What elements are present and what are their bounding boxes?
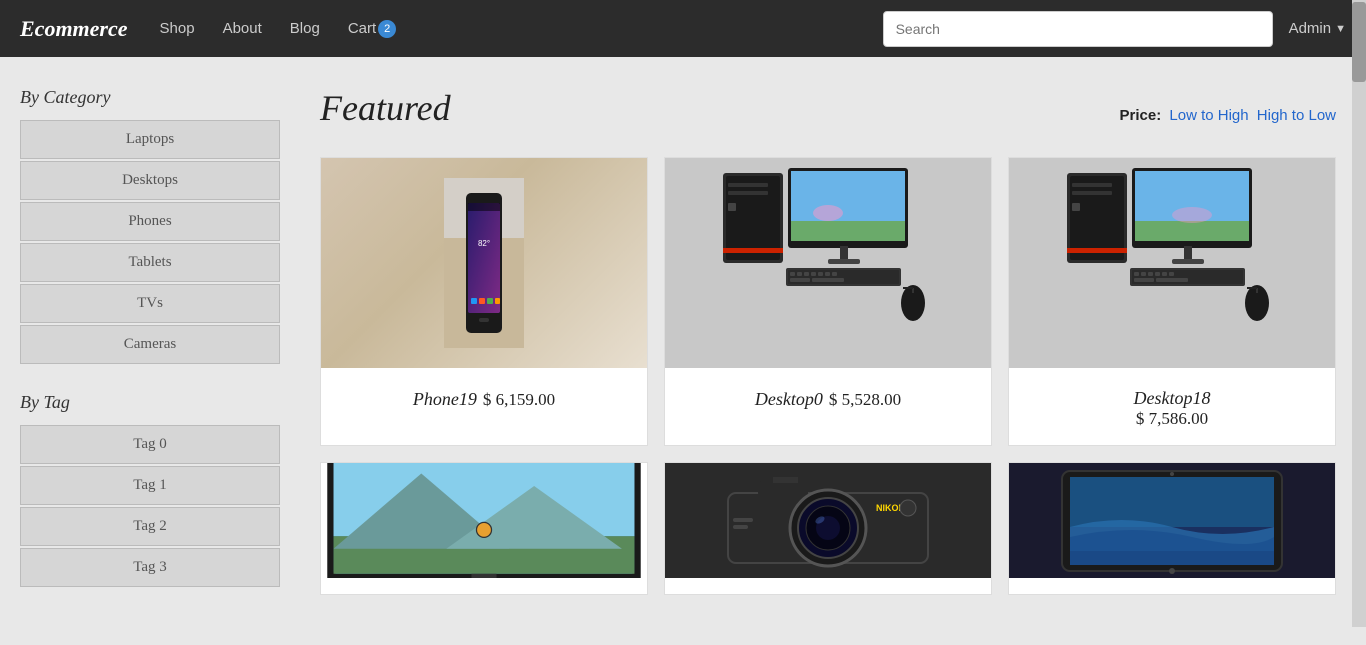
phone-image: 82°: [321, 158, 647, 368]
nav-links: Shop About Blog Cart 2: [148, 12, 409, 46]
category-list: Laptops Desktops Phones Tablets TVs Came…: [20, 120, 280, 364]
tag-list: Tag 0 Tag 1 Tag 2 Tag 3: [20, 425, 280, 587]
nav-about[interactable]: About: [211, 12, 274, 45]
product-info-desktop18: Desktop18 $ 7,586.00: [1124, 380, 1221, 429]
product-image-desktop18: [1009, 158, 1335, 368]
category-section-title: By Category: [20, 87, 280, 108]
product-info-desktop0: Desktop0 $ 5,528.00: [745, 380, 911, 410]
sidebar-item-desktops[interactable]: Desktops: [20, 161, 280, 200]
phone-svg: 82°: [444, 178, 524, 348]
product-image-camera: NIKON: [665, 463, 991, 578]
product-card-desktop0[interactable]: Desktop0 $ 5,528.00: [664, 157, 992, 446]
sidebar-item-tablets[interactable]: Tablets: [20, 243, 280, 282]
nav-cart[interactable]: Cart 2: [336, 12, 408, 46]
product-name: Desktop0: [755, 389, 823, 410]
svg-text:82°: 82°: [478, 239, 490, 248]
price-label: Price:: [1120, 107, 1162, 124]
page-container: By Category Laptops Desktops Phones Tabl…: [0, 57, 1366, 645]
sidebar-item-phones[interactable]: Phones: [20, 202, 280, 241]
product-card-desktop18[interactable]: Desktop18 $ 7,586.00: [1008, 157, 1336, 446]
sort-high-to-low[interactable]: High to Low: [1257, 107, 1336, 124]
sidebar-item-tag1[interactable]: Tag 1: [20, 466, 280, 505]
product-info-phone19: Phone19 $ 6,159.00: [403, 380, 565, 410]
product-name: Desktop18: [1134, 388, 1211, 408]
product-card-tv[interactable]: [320, 462, 648, 595]
search-container: [883, 11, 1273, 47]
tablet-svg: [1009, 463, 1335, 578]
desktop18-image: [1009, 158, 1335, 368]
sidebar-item-tvs[interactable]: TVs: [20, 284, 280, 323]
product-card-camera[interactable]: NIKON: [664, 462, 992, 595]
sidebar-item-tag2[interactable]: Tag 2: [20, 507, 280, 546]
product-image-tablet: [1009, 463, 1335, 578]
admin-menu[interactable]: Admin ▼: [1289, 20, 1346, 37]
sidebar-item-tag0[interactable]: Tag 0: [20, 425, 280, 464]
sidebar: By Category Laptops Desktops Phones Tabl…: [0, 57, 300, 645]
product-grid: 82° Phone19 $ 6,159.0: [320, 157, 1336, 595]
sidebar-item-cameras[interactable]: Cameras: [20, 325, 280, 364]
product-price: $ 5,528.00: [829, 390, 901, 410]
main-content: Featured Price: Low to High High to Low: [300, 57, 1366, 645]
featured-title: Featured: [320, 87, 451, 129]
featured-header: Featured Price: Low to High High to Low: [320, 87, 1336, 129]
nav-blog[interactable]: Blog: [278, 12, 332, 45]
scrollbar[interactable]: [1352, 0, 1366, 627]
product-image-desktop0: [665, 158, 991, 368]
navbar: Ecommerce Shop About Blog Cart 2 Admin ▼: [0, 0, 1366, 57]
nav-shop[interactable]: Shop: [148, 12, 207, 45]
price-sort: Price: Low to High High to Low: [1120, 107, 1336, 124]
camera-svg: NIKON: [665, 463, 991, 578]
product-price: $ 7,586.00: [1136, 409, 1208, 428]
desktop0-image: [665, 158, 991, 368]
sidebar-item-laptops[interactable]: Laptops: [20, 120, 280, 159]
product-name: Phone19: [413, 389, 477, 410]
product-card-tablet[interactable]: [1008, 462, 1336, 595]
product-image-tv: [321, 463, 647, 578]
product-image-phone19: 82°: [321, 158, 647, 368]
admin-label: Admin: [1289, 20, 1332, 37]
desktop-svg-18: [1062, 163, 1282, 363]
desktop-svg-0: [718, 163, 938, 363]
sort-low-to-high[interactable]: Low to High: [1169, 107, 1248, 124]
tag-section-title: By Tag: [20, 392, 280, 413]
search-input[interactable]: [883, 11, 1273, 47]
product-price: $ 6,159.00: [483, 390, 555, 410]
sidebar-item-tag3[interactable]: Tag 3: [20, 548, 280, 587]
tv-svg: [321, 463, 647, 578]
brand-logo: Ecommerce: [20, 16, 128, 42]
cart-badge: 2: [378, 20, 396, 38]
product-card-phone19[interactable]: 82° Phone19 $ 6,159.0: [320, 157, 648, 446]
admin-dropdown-arrow: ▼: [1335, 23, 1346, 35]
scrollbar-thumb[interactable]: [1352, 2, 1366, 82]
